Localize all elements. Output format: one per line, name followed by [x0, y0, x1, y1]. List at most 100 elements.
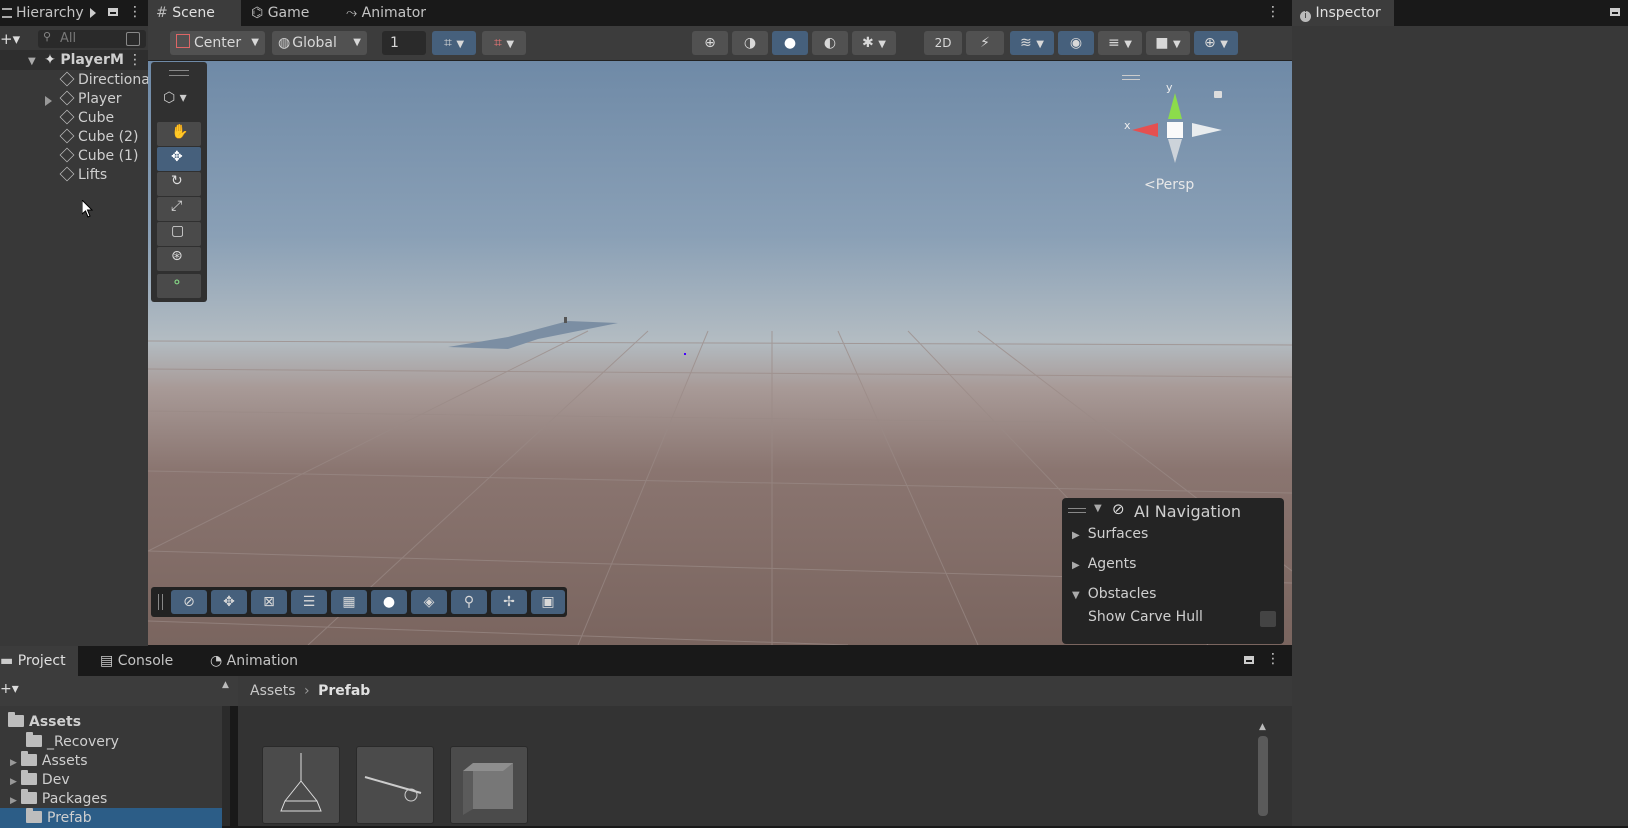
transform-tool[interactable]: ⊛: [157, 247, 201, 271]
breadcrumb-assets[interactable]: Assets: [250, 683, 296, 699]
tree-item-prefab[interactable]: Prefab: [0, 808, 222, 828]
persp-label[interactable]: <Persp: [1144, 177, 1194, 193]
tab-game[interactable]: ⌬ Game: [243, 0, 317, 26]
ai-nav-surfaces[interactable]: ▶ Surfaces: [1072, 524, 1148, 544]
layers-dropdown[interactable]: ≡ ▼: [1098, 31, 1142, 55]
grid-overlay-button[interactable]: ▦: [331, 590, 367, 614]
inspector-panel: [1292, 26, 1628, 826]
hierarchy-item-lifts[interactable]: Lifts: [59, 165, 107, 185]
hierarchy-root[interactable]: ▼ ✦ PlayerM ⋮: [0, 50, 148, 70]
layer-overlay-button[interactable]: ◈: [411, 590, 447, 614]
move-tool[interactable]: ✥: [157, 147, 201, 171]
hierarchy-item-cube-1[interactable]: Cube (1): [59, 146, 138, 166]
scale-tool[interactable]: ⤢: [157, 197, 201, 221]
hierarchy-item-cube[interactable]: Cube: [59, 108, 114, 128]
scene-menu-icon[interactable]: ⋮: [1266, 4, 1280, 20]
pivot-label: Center: [194, 35, 242, 51]
debug-draw-button[interactable]: ✱ ▼: [852, 31, 896, 55]
tab-project[interactable]: ▬ Project: [0, 646, 78, 676]
grid-size-field[interactable]: 1: [382, 31, 426, 55]
scroll-up-icon[interactable]: ▲: [222, 680, 229, 690]
hierarchy-item-player[interactable]: Player: [59, 89, 122, 109]
search-filter-icon[interactable]: [126, 32, 140, 46]
custom-tool[interactable]: ⚬: [157, 274, 201, 298]
pivot-dropdown[interactable]: Center ▼: [170, 31, 265, 55]
pivot-overlay-button[interactable]: ✢: [491, 590, 527, 614]
bounds-overlay-button[interactable]: ⊠: [251, 590, 287, 614]
eye-icon: ◉: [1069, 35, 1083, 51]
rotate-tool[interactable]: ↻: [157, 172, 201, 196]
kebab-menu-icon[interactable]: ⋮: [128, 4, 142, 20]
rect-tool[interactable]: ▢: [157, 222, 201, 246]
drag-handle-icon[interactable]: [169, 70, 189, 76]
move-overlay-button[interactable]: ✥: [211, 590, 247, 614]
grid-scroll-up-icon[interactable]: ▲: [1259, 722, 1266, 732]
expand-arrow-icon[interactable]: ▼: [28, 56, 36, 67]
tree-item-assets-root[interactable]: Assets: [8, 712, 81, 732]
grid-snap-button[interactable]: ⌗ ▼: [432, 31, 476, 55]
tree-item-dev[interactable]: ▶ Dev: [10, 770, 70, 790]
expand-arrow-icon[interactable]: [45, 96, 52, 106]
draw-mode-button[interactable]: ⊕: [692, 31, 728, 55]
hand-icon: ✋: [171, 124, 189, 140]
show-carve-hull-checkbox[interactable]: [1260, 611, 1276, 627]
add-asset-icon[interactable]: +▾: [0, 681, 19, 697]
project-lock-icon[interactable]: [1244, 656, 1254, 664]
tree-item-label: Dev: [41, 772, 70, 788]
shaded-button[interactable]: ●: [772, 31, 808, 55]
grid-scrollbar[interactable]: [1258, 736, 1268, 816]
hierarchy-search[interactable]: ⚲ All: [38, 30, 146, 48]
root-menu-icon[interactable]: ⋮: [128, 50, 142, 70]
tree-item-assets[interactable]: ▶ Assets: [10, 751, 87, 771]
lighting-toggle-button[interactable]: ⚡: [966, 31, 1004, 55]
inspector-lock-icon[interactable]: [1610, 8, 1620, 16]
shaded-wireframe-button[interactable]: ◑: [732, 31, 768, 55]
hand-tool[interactable]: ✋: [157, 122, 201, 146]
chevron-down-icon: ▼: [878, 39, 886, 50]
collapse-arrow-icon[interactable]: ▼: [1094, 503, 1102, 514]
tab-scene[interactable]: # Scene: [148, 0, 241, 26]
camera-overlay-button[interactable]: ▣: [531, 590, 565, 614]
tab-animator[interactable]: ⤳ Animator: [338, 0, 434, 26]
surfaces-label: Surfaces: [1087, 526, 1149, 542]
tool-cube-dropdown[interactable]: ⬡ ▾: [163, 90, 187, 106]
ai-nav-obstacles[interactable]: ▼ Obstacles: [1072, 584, 1156, 604]
add-icon[interactable]: +▾: [0, 30, 20, 48]
space-dropdown[interactable]: ◍ Global ▼: [272, 31, 367, 55]
visibility-toggle-button[interactable]: ◉: [1058, 31, 1094, 55]
tab-hierarchy[interactable]: Hierarchy: [0, 0, 92, 26]
gizmos-dropdown[interactable]: ⊕ ▼: [1194, 31, 1238, 55]
play-arrow-icon[interactable]: [90, 8, 96, 18]
tab-animation[interactable]: ◔ Animation: [202, 646, 306, 676]
prefab-thumbnail-lift[interactable]: [262, 746, 340, 824]
lock-icon[interactable]: [108, 8, 118, 16]
tab-console[interactable]: ▤ Console: [92, 646, 181, 676]
prefab-thumbnail-arm[interactable]: [356, 746, 434, 824]
tree-item-packages[interactable]: ▶ Packages: [10, 789, 107, 809]
search-overlay-button[interactable]: ⚲: [451, 590, 487, 614]
overlay-drag-handle-icon[interactable]: [158, 594, 163, 610]
tab-inspector[interactable]: i Inspector: [1292, 0, 1394, 26]
expand-arrow-icon[interactable]: ▶: [10, 796, 17, 806]
gizmo-handle-icon[interactable]: [1122, 75, 1140, 80]
ai-nav-toggle[interactable]: ⊘: [171, 590, 207, 614]
tree-item-recovery[interactable]: _Recovery: [26, 732, 119, 752]
breadcrumb-prefab[interactable]: Prefab: [318, 683, 370, 699]
tree-scrollbar[interactable]: [222, 706, 230, 826]
project-menu-icon[interactable]: ⋮: [1266, 651, 1280, 667]
unlit-button[interactable]: ◐: [812, 31, 848, 55]
ai-nav-agents[interactable]: ▶ Agents: [1072, 554, 1136, 574]
grid-visibility-button[interactable]: ⌗ ▼: [482, 31, 526, 55]
settings-overlay-button[interactable]: ☰: [291, 590, 327, 614]
expand-arrow-icon[interactable]: ▶: [10, 777, 17, 787]
prefab-thumbnail-cube[interactable]: [450, 746, 528, 824]
overlay-drag-handle-icon[interactable]: [1068, 508, 1086, 513]
effects-dropdown[interactable]: ≋ ▼: [1010, 31, 1054, 55]
2d-toggle-button[interactable]: 2D: [924, 31, 962, 55]
orientation-gizmo[interactable]: y x <Persp: [1120, 75, 1230, 205]
hierarchy-item-cube-2[interactable]: Cube (2): [59, 127, 138, 147]
hierarchy-item-directional[interactable]: Directiona: [59, 70, 150, 90]
expand-arrow-icon[interactable]: ▶: [10, 758, 17, 768]
sphere-overlay-button[interactable]: ●: [371, 590, 407, 614]
camera-dropdown[interactable]: ■ ▼: [1146, 31, 1190, 55]
